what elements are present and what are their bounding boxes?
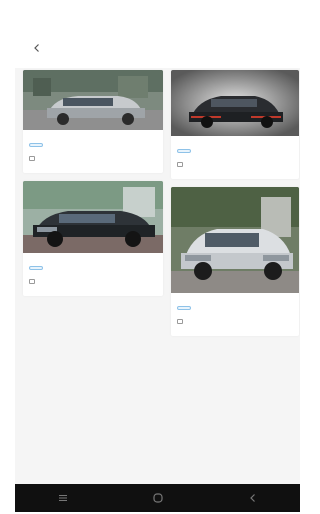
car-card[interactable] bbox=[171, 70, 299, 179]
app-bar bbox=[15, 28, 300, 68]
car-spec bbox=[29, 156, 157, 161]
phone-frame bbox=[0, 0, 313, 514]
card-info bbox=[23, 253, 163, 296]
car-card[interactable] bbox=[23, 70, 163, 173]
car-tag bbox=[177, 306, 191, 310]
car-tag bbox=[29, 143, 43, 147]
back-icon[interactable] bbox=[246, 491, 260, 505]
system-nav-bar bbox=[15, 484, 300, 512]
spec-icon bbox=[29, 156, 35, 161]
car-tag bbox=[29, 266, 43, 270]
card-info bbox=[171, 293, 299, 336]
car-photo bbox=[171, 70, 299, 136]
car-spec bbox=[29, 279, 157, 284]
car-tag bbox=[177, 149, 191, 153]
status-bar bbox=[15, 6, 300, 28]
back-arrow-icon[interactable] bbox=[29, 40, 45, 56]
car-spec bbox=[177, 162, 293, 167]
home-icon[interactable] bbox=[151, 491, 165, 505]
right-column bbox=[171, 70, 299, 344]
spec-icon bbox=[29, 279, 35, 284]
car-photo bbox=[23, 70, 163, 130]
right-bezel bbox=[300, 0, 313, 514]
car-spec bbox=[177, 319, 293, 324]
left-bezel bbox=[0, 0, 15, 514]
car-photo bbox=[23, 181, 163, 253]
left-column bbox=[23, 70, 163, 304]
car-card[interactable] bbox=[171, 187, 299, 336]
card-info bbox=[171, 136, 299, 179]
spec-icon bbox=[177, 162, 183, 167]
car-photo bbox=[171, 187, 299, 293]
spec-icon bbox=[177, 319, 183, 324]
menu-icon[interactable] bbox=[56, 491, 70, 505]
screen bbox=[15, 6, 300, 484]
car-card[interactable] bbox=[23, 181, 163, 296]
car-list bbox=[15, 68, 300, 484]
card-info bbox=[23, 130, 163, 173]
